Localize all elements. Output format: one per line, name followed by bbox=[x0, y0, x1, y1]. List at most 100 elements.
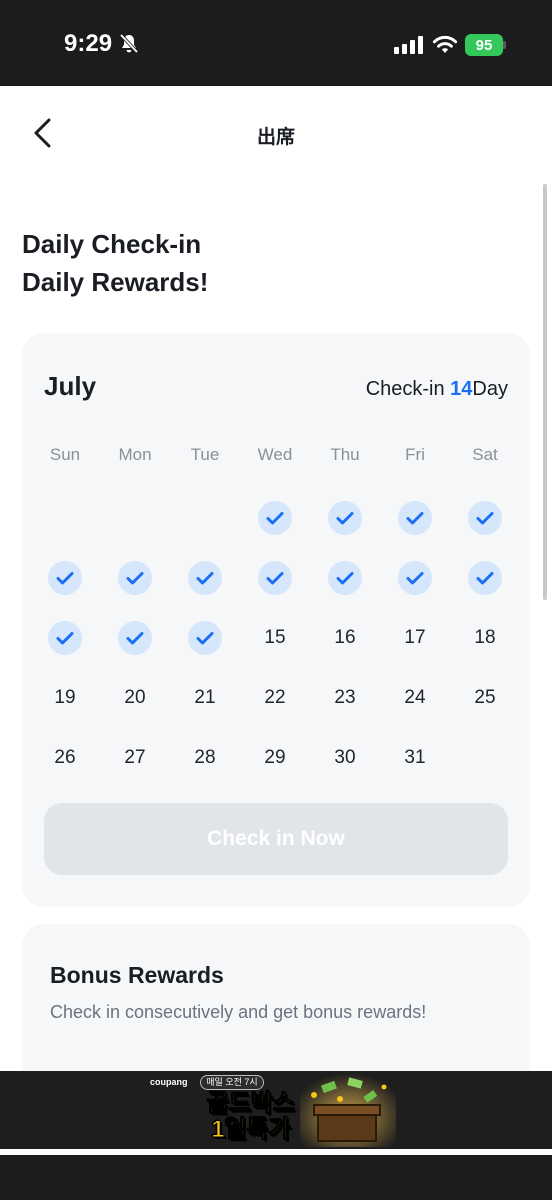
day-number: 17 bbox=[404, 627, 426, 648]
headline-line-1: Daily Check-in bbox=[22, 229, 202, 259]
month-label: July bbox=[44, 371, 97, 401]
checked-day-marker bbox=[468, 561, 502, 595]
ad-headline-line-1: 골드박스 bbox=[206, 1090, 296, 1117]
checked-day-marker bbox=[468, 501, 502, 535]
calendar-day-6 bbox=[100, 548, 170, 608]
checkmark-icon bbox=[476, 572, 494, 585]
bell-slash-icon bbox=[119, 33, 139, 54]
weekday-thu: Thu bbox=[330, 445, 360, 464]
calendar-day-30: 30 bbox=[310, 728, 380, 788]
checkmark-icon bbox=[126, 632, 144, 645]
checked-day-marker bbox=[48, 561, 82, 595]
check-in-now-button[interactable]: Check in Now bbox=[44, 803, 508, 875]
checkin-prefix: Check-in bbox=[365, 378, 451, 400]
checkin-days-count: 14 bbox=[450, 378, 473, 400]
calendar-day-4 bbox=[450, 488, 520, 548]
calendar-day-18: 18 bbox=[450, 608, 520, 668]
ad-subtitle: 매일 오전 7시 bbox=[200, 1075, 264, 1090]
bottom-system-bar bbox=[0, 1155, 552, 1200]
calendar-day-8 bbox=[240, 548, 310, 608]
day-number: 31 bbox=[404, 747, 426, 768]
calendar-day-31: 31 bbox=[380, 728, 450, 788]
calendar-day-7 bbox=[170, 548, 240, 608]
scrollbar[interactable] bbox=[543, 184, 547, 600]
weekday-mon: Mon bbox=[118, 445, 152, 464]
checkmark-icon bbox=[336, 572, 354, 585]
checkin-suffix: Day bbox=[472, 378, 508, 400]
weekday-sun: Sun bbox=[49, 445, 81, 464]
calendar-day-28: 28 bbox=[170, 728, 240, 788]
calendar-day-29: 29 bbox=[240, 728, 310, 788]
calendar-day-17: 17 bbox=[380, 608, 450, 668]
calendar-day-22: 22 bbox=[240, 668, 310, 728]
day-number: 15 bbox=[264, 627, 286, 648]
calendar-day-9 bbox=[310, 548, 380, 608]
signal-icon bbox=[394, 36, 423, 54]
calendar-day-14 bbox=[170, 608, 240, 668]
ad-brand-logo: coupang bbox=[150, 1077, 188, 1087]
day-number: 28 bbox=[194, 747, 216, 768]
checked-day-marker bbox=[118, 621, 152, 655]
day-number: 20 bbox=[124, 687, 146, 708]
checked-day-marker bbox=[328, 561, 362, 595]
checked-day-marker bbox=[258, 561, 292, 595]
battery-level: 95 bbox=[475, 36, 493, 54]
calendar-day-5 bbox=[30, 548, 100, 608]
day-number: 22 bbox=[264, 687, 286, 708]
calendar-day-20: 20 bbox=[100, 668, 170, 728]
checkmark-icon bbox=[406, 512, 424, 525]
empty-day-cell bbox=[30, 488, 100, 548]
checkmark-icon bbox=[196, 632, 214, 645]
calendar-day-21: 21 bbox=[170, 668, 240, 728]
day-number: 19 bbox=[54, 687, 76, 708]
status-time: 9:29 bbox=[64, 30, 113, 57]
day-number: 30 bbox=[334, 747, 356, 768]
calendar-day-24: 24 bbox=[380, 668, 450, 728]
checkmark-icon bbox=[56, 632, 74, 645]
headline: Daily Check-in Daily Rewards! bbox=[22, 225, 208, 301]
empty-day-cell bbox=[100, 488, 170, 548]
status-bar: 9:29 95 bbox=[0, 0, 552, 86]
checkmark-icon bbox=[126, 572, 144, 585]
calendar-day-16: 16 bbox=[310, 608, 380, 668]
checkmark-icon bbox=[476, 512, 494, 525]
checkmark-icon bbox=[266, 572, 284, 585]
weekday-header: Sun Mon Tue Wed Thu Fri Sat bbox=[30, 445, 520, 469]
calendar-day-23: 23 bbox=[310, 668, 380, 728]
checked-day-marker bbox=[118, 561, 152, 595]
weekday-sat: Sat bbox=[472, 445, 498, 464]
calendar-day-13 bbox=[100, 608, 170, 668]
calendar-day-10 bbox=[380, 548, 450, 608]
checkmark-icon bbox=[336, 512, 354, 525]
calendar-day-25: 25 bbox=[450, 668, 520, 728]
calendar-days-grid: 15 16 17 18 19 20 21 22 23 24 25 26 27 28 29 30 31 bbox=[30, 488, 520, 788]
day-number: 21 bbox=[194, 687, 216, 708]
day-number: 25 bbox=[474, 687, 496, 708]
checked-day-marker bbox=[398, 501, 432, 535]
calendar-day-15: 15 bbox=[240, 608, 310, 668]
checked-day-marker bbox=[48, 621, 82, 655]
calendar-day-11 bbox=[450, 548, 520, 608]
calendar-day-3 bbox=[380, 488, 450, 548]
ad-banner[interactable]: coupang 매일 오전 7시 골드박스 1일특가 bbox=[0, 1071, 552, 1149]
weekday-fri: Fri bbox=[405, 445, 425, 464]
bonus-rewards-title: Bonus Rewards bbox=[50, 962, 224, 988]
checked-day-marker bbox=[398, 561, 432, 595]
calendar-day-1 bbox=[240, 488, 310, 548]
ad-headline: 골드박스 1일특가 bbox=[190, 1090, 312, 1143]
empty-day-cell bbox=[170, 488, 240, 548]
day-number: 29 bbox=[264, 747, 286, 768]
day-number: 26 bbox=[54, 747, 76, 768]
calendar-day-27: 27 bbox=[100, 728, 170, 788]
day-number: 23 bbox=[334, 687, 356, 708]
weekday-wed: Wed bbox=[257, 445, 293, 464]
calendar-day-2 bbox=[310, 488, 380, 548]
weekday-tue: Tue bbox=[190, 445, 220, 464]
day-number: 18 bbox=[474, 627, 496, 648]
day-number: 27 bbox=[124, 747, 146, 768]
page-title: 出席 bbox=[256, 127, 295, 148]
day-number: 16 bbox=[334, 627, 356, 648]
checked-day-marker bbox=[328, 501, 362, 535]
headline-line-2: Daily Rewards! bbox=[22, 267, 209, 297]
checked-day-marker bbox=[258, 501, 292, 535]
